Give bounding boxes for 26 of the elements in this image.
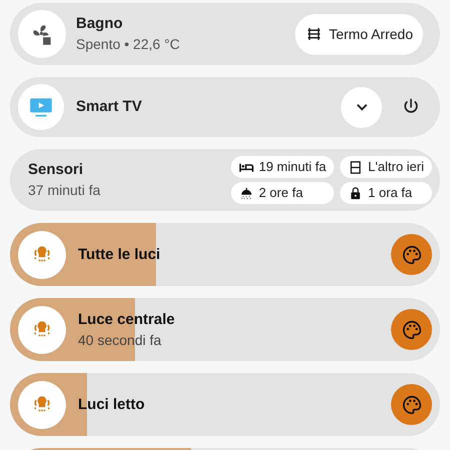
card-title: Bagno	[76, 14, 124, 34]
light-name: Luci letto	[78, 394, 145, 414]
sensor-chip[interactable]: 1 ora fa	[340, 182, 432, 204]
palette-icon	[400, 394, 422, 416]
palette-icon	[400, 318, 422, 340]
color-button[interactable]	[391, 309, 432, 350]
door-icon	[348, 160, 364, 174]
media-card[interactable]: Smart TV	[10, 77, 440, 137]
color-button[interactable]	[391, 384, 432, 425]
light-name: Tutte le luci	[78, 244, 160, 264]
color-button[interactable]	[391, 234, 432, 275]
palette-icon	[400, 244, 422, 266]
sensor-chip[interactable]: 19 minuti fa	[230, 156, 334, 178]
status-text: Spento • 22,6 °C	[76, 35, 181, 54]
light-card[interactable]: Luci letto	[10, 373, 440, 436]
preset-button[interactable]: Termo Arredo	[294, 14, 423, 54]
sensor-chip[interactable]: 2 ore fa	[230, 182, 334, 204]
shower-icon	[238, 186, 254, 200]
light-card[interactable]: Tutte le luci	[10, 223, 440, 286]
card-title: Sensori	[28, 160, 84, 180]
status-text: 37 minuti fa	[28, 181, 102, 200]
card-title: Smart TV	[76, 96, 143, 117]
climate-card[interactable]: Bagno Spento • 22,6 °C Termo Arredo	[10, 3, 440, 65]
sensors-card[interactable]: Sensori 37 minuti fa 19 minuti fa L'altro ieri 2 ore fa 1 ora fa	[10, 149, 440, 211]
light-name: Luce centrale	[78, 310, 175, 330]
sensor-chip[interactable]: L'altro ieri	[340, 156, 432, 178]
